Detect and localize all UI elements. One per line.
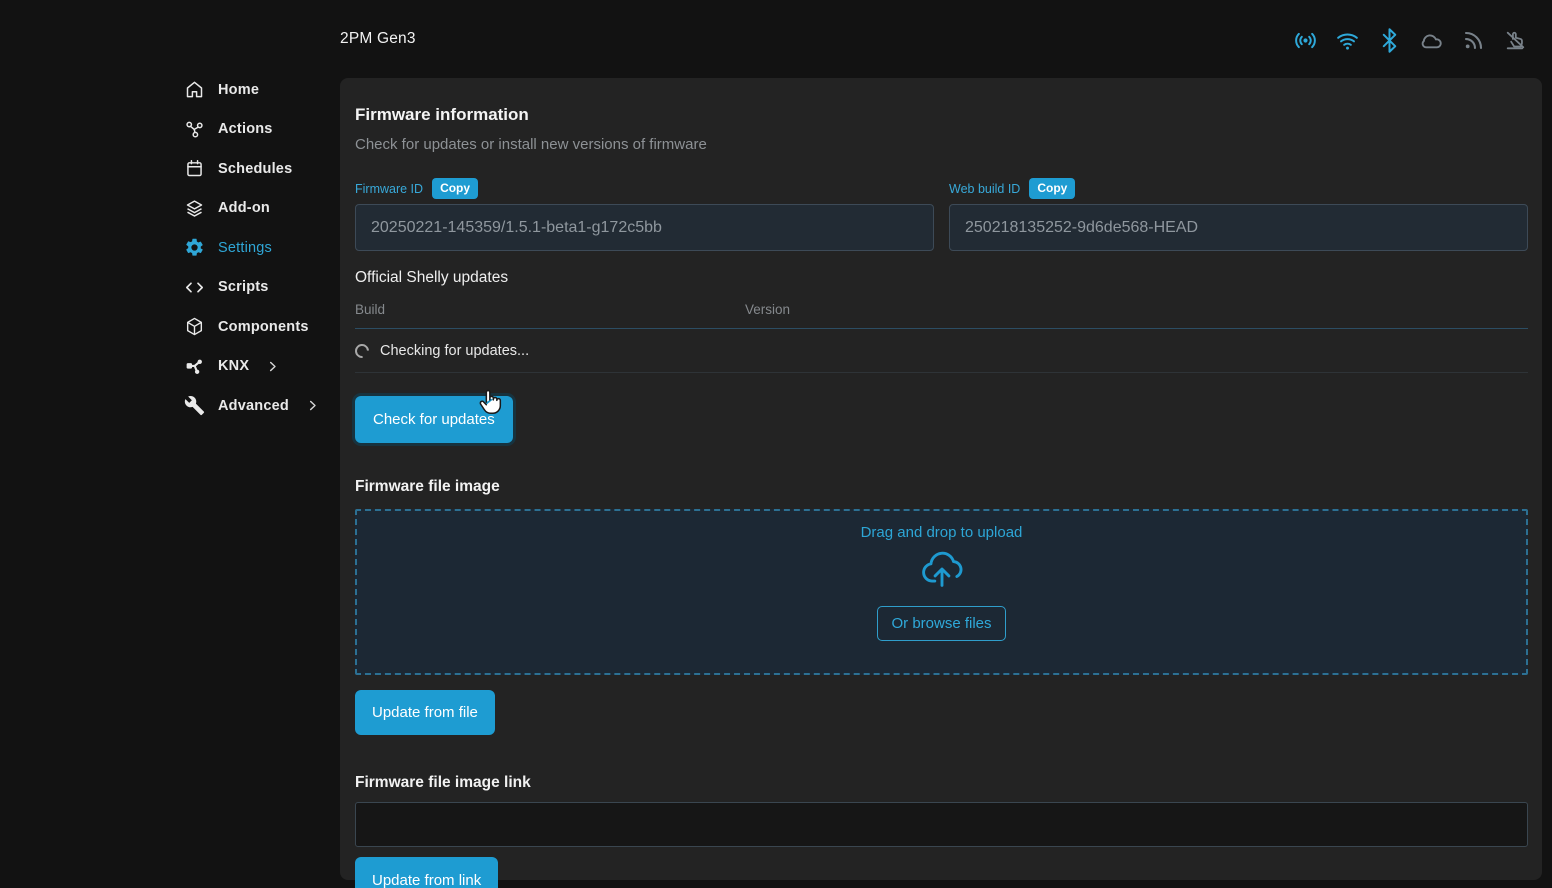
check-for-updates-button[interactable]: Check for updates: [355, 396, 513, 443]
sidebar-item-label: Components: [218, 319, 309, 335]
code-icon: [184, 277, 205, 298]
update-from-file-button[interactable]: Update from file: [355, 690, 495, 735]
bluetooth-icon: [1377, 28, 1402, 53]
update-status-row: Checking for updates...: [355, 329, 1528, 373]
app-root: 2PM Gen3: [0, 0, 1552, 888]
wrench-icon: [184, 395, 205, 416]
firmware-id-input[interactable]: [355, 204, 934, 251]
id-fields-row: Firmware ID Copy Web build ID Copy: [355, 178, 1528, 251]
sidebar-item-label: Schedules: [218, 161, 292, 177]
web-build-id-field: Web build ID Copy: [949, 178, 1528, 251]
knx-nodes-icon: [184, 356, 205, 377]
sidebar-item-label: Advanced: [218, 398, 289, 414]
updates-table-header: Build Version: [355, 302, 1528, 329]
browse-files-button[interactable]: Or browse files: [877, 606, 1005, 641]
copy-web-build-id-button[interactable]: Copy: [1029, 178, 1075, 199]
copy-firmware-id-button[interactable]: Copy: [432, 178, 478, 199]
sidebar-item-schedules[interactable]: Schedules: [0, 149, 340, 189]
firmware-file-dropzone[interactable]: Drag and drop to upload Or browse files: [355, 509, 1528, 675]
calendar-icon: [184, 158, 205, 179]
sidebar-item-addon[interactable]: Add-on: [0, 189, 340, 229]
home-icon: [184, 79, 205, 100]
sidebar-item-label: Settings: [218, 240, 272, 256]
loading-spinner-icon: [352, 341, 372, 361]
update-from-link-button[interactable]: Update from link: [355, 857, 498, 888]
sidebar-item-settings[interactable]: Settings: [0, 228, 340, 268]
firmware-file-heading: Firmware file image: [355, 478, 1528, 496]
firmware-link-heading: Firmware file image link: [355, 774, 1528, 792]
range-extender-icon: [1293, 28, 1318, 53]
cloud-upload-icon: [918, 547, 966, 593]
sidebar-item-actions[interactable]: Actions: [0, 110, 340, 150]
sidebar-item-label: Actions: [218, 121, 273, 137]
layers-icon: [184, 198, 205, 219]
updates-heading: Official Shelly updates: [355, 269, 1528, 287]
dropzone-hint-text: Drag and drop to upload: [861, 524, 1023, 541]
sidebar-item-scripts[interactable]: Scripts: [0, 268, 340, 308]
sidebar-item-home[interactable]: Home: [0, 70, 340, 110]
gear-icon: [184, 237, 205, 258]
touch-disabled-icon: [1503, 28, 1528, 53]
chevron-right-icon: [265, 359, 280, 374]
sidebar-item-knx[interactable]: KNX: [0, 347, 340, 387]
sidebar-item-label: Scripts: [218, 279, 269, 295]
web-build-id-label: Web build ID: [949, 182, 1020, 196]
firmware-id-field: Firmware ID Copy: [355, 178, 934, 251]
sidebar-item-label: Add-on: [218, 200, 270, 216]
cube-icon: [184, 316, 205, 337]
web-build-id-input[interactable]: [949, 204, 1528, 251]
top-bar: 2PM Gen3: [340, 0, 1552, 78]
sidebar: Home Actions Schedules Add-on: [0, 70, 340, 426]
wifi-icon: [1335, 28, 1360, 53]
firmware-id-label: Firmware ID: [355, 182, 423, 196]
section-title: Firmware information: [355, 105, 1528, 125]
section-subtitle: Check for updates or install new version…: [355, 136, 1528, 153]
column-header-build: Build: [355, 302, 745, 317]
sidebar-item-advanced[interactable]: Advanced: [0, 386, 340, 426]
chevron-right-icon: [305, 398, 320, 413]
firmware-panel: Firmware information Check for updates o…: [340, 78, 1542, 880]
sidebar-item-components[interactable]: Components: [0, 307, 340, 347]
sidebar-item-label: KNX: [218, 358, 249, 374]
cloud-icon: [1419, 28, 1444, 53]
status-icon-bar: [1293, 28, 1528, 53]
page-title: 2PM Gen3: [340, 30, 416, 48]
update-status-text: Checking for updates...: [380, 343, 529, 359]
sidebar-item-label: Home: [218, 82, 259, 98]
actions-icon: [184, 119, 205, 140]
column-header-version: Version: [745, 302, 1528, 317]
rss-icon: [1461, 28, 1486, 53]
firmware-link-input[interactable]: [355, 802, 1528, 847]
